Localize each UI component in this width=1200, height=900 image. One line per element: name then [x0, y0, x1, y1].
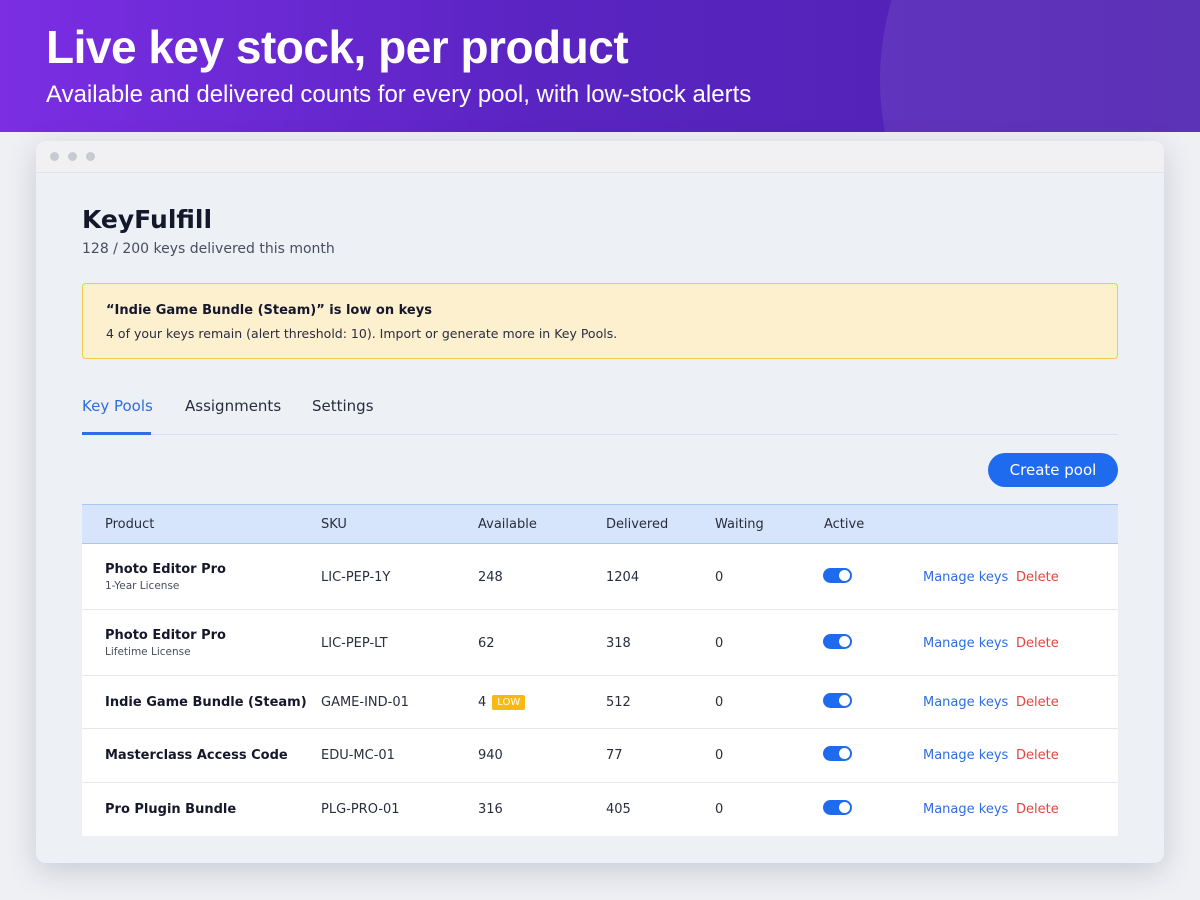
waiting-cell: 0 [715, 570, 724, 585]
available-cell: 940 [478, 748, 503, 763]
manage-keys-link[interactable]: Manage keys [923, 570, 1008, 585]
manage-keys-link[interactable]: Manage keys [923, 748, 1008, 763]
toggle-knob [839, 570, 850, 581]
toggle-knob [839, 636, 850, 647]
app-title: KeyFulfill [82, 205, 213, 234]
available-cell: 316 [478, 802, 503, 817]
delivered-cell: 77 [606, 748, 623, 763]
toggle-knob [839, 802, 850, 813]
hero-title: Live key stock, per product [46, 21, 629, 73]
manage-keys-link[interactable]: Manage keys [923, 695, 1008, 710]
waiting-cell: 0 [715, 748, 724, 763]
sku-cell: LIC-PEP-LT [321, 636, 388, 651]
active-toggle[interactable] [823, 746, 852, 761]
sku-cell: EDU-MC-01 [321, 748, 395, 763]
column-header-sku: SKU [321, 517, 347, 532]
usage-summary: 128 / 200 keys delivered this month [82, 241, 335, 257]
column-header-product: Product [105, 517, 155, 532]
available-cell: 62 [478, 636, 495, 651]
app-window: KeyFulfill 128 / 200 keys delivered this… [36, 141, 1164, 863]
product-name: Masterclass Access Code [105, 748, 288, 763]
sku-cell: PLG-PRO-01 [321, 802, 400, 817]
alert-body: 4 of your keys remain (alert threshold: … [106, 326, 618, 341]
window-dot-icon [86, 152, 95, 161]
table-row: Masterclass Access Code EDU-MC-01 940 77… [82, 729, 1118, 783]
active-toggle[interactable] [823, 693, 852, 708]
toggle-knob [839, 695, 850, 706]
column-header-delivered: Delivered [606, 517, 669, 532]
alert-title: “Indie Game Bundle (Steam)” is low on ke… [106, 303, 432, 318]
sku-cell: GAME-IND-01 [321, 695, 409, 710]
active-toggle[interactable] [823, 568, 852, 583]
window-dot-icon [68, 152, 77, 161]
delete-link[interactable]: Delete [1016, 570, 1059, 585]
product-name: Photo Editor Pro [105, 562, 226, 577]
product-name: Indie Game Bundle (Steam) [105, 695, 307, 710]
available-cell: 4 LOW [478, 695, 526, 710]
table-row: Photo Editor Pro Lifetime License LIC-PE… [82, 610, 1118, 676]
table-header: Product SKU Available Delivered Waiting … [82, 504, 1118, 544]
window-dot-icon [50, 152, 59, 161]
delivered-cell: 512 [606, 695, 631, 710]
delivered-cell: 1204 [606, 570, 640, 585]
delivered-cell: 405 [606, 802, 631, 817]
delete-link[interactable]: Delete [1016, 748, 1059, 763]
tab-key-pools[interactable]: Key Pools [82, 397, 153, 415]
low-stock-alert: “Indie Game Bundle (Steam)” is low on ke… [82, 283, 1118, 359]
toggle-knob [839, 748, 850, 759]
waiting-cell: 0 [715, 802, 724, 817]
column-header-active: Active [824, 517, 865, 532]
decorative-circle [880, 0, 1200, 132]
column-header-waiting: Waiting [715, 517, 764, 532]
table-row: Indie Game Bundle (Steam) GAME-IND-01 4L… [82, 676, 1118, 729]
waiting-cell: 0 [715, 695, 724, 710]
table-row: Pro Plugin Bundle PLG-PRO-01 316 405 0 M… [82, 783, 1118, 836]
delete-link[interactable]: Delete [1016, 802, 1059, 817]
product-variant: Lifetime License [105, 646, 191, 658]
column-header-available: Available [478, 517, 537, 532]
sku-cell: LIC-PEP-1Y [321, 570, 391, 585]
low-stock-badge: LOW [492, 695, 526, 710]
delete-link[interactable]: Delete [1016, 695, 1059, 710]
window-chrome [36, 141, 1164, 173]
active-tab-indicator [82, 432, 151, 435]
available-cell: 248 [478, 570, 503, 585]
tab-bar: Key Pools Assignments Settings [82, 387, 1118, 435]
available-value: 4 [478, 695, 487, 710]
product-name: Photo Editor Pro [105, 628, 226, 643]
hero-subtitle: Available and delivered counts for every… [46, 81, 752, 108]
tab-assignments[interactable]: Assignments [185, 397, 281, 415]
tab-settings[interactable]: Settings [312, 397, 374, 415]
create-pool-button[interactable]: Create pool [988, 453, 1118, 487]
manage-keys-link[interactable]: Manage keys [923, 802, 1008, 817]
delivered-cell: 318 [606, 636, 631, 651]
delete-link[interactable]: Delete [1016, 636, 1059, 651]
active-toggle[interactable] [823, 634, 852, 649]
product-name: Pro Plugin Bundle [105, 802, 237, 817]
table-row: Photo Editor Pro 1-Year License LIC-PEP-… [82, 544, 1118, 610]
hero-banner: Live key stock, per product Available an… [0, 0, 1200, 132]
active-toggle[interactable] [823, 800, 852, 815]
product-variant: 1-Year License [105, 580, 180, 592]
waiting-cell: 0 [715, 636, 724, 651]
manage-keys-link[interactable]: Manage keys [923, 636, 1008, 651]
key-pools-table: Product SKU Available Delivered Waiting … [82, 504, 1118, 836]
